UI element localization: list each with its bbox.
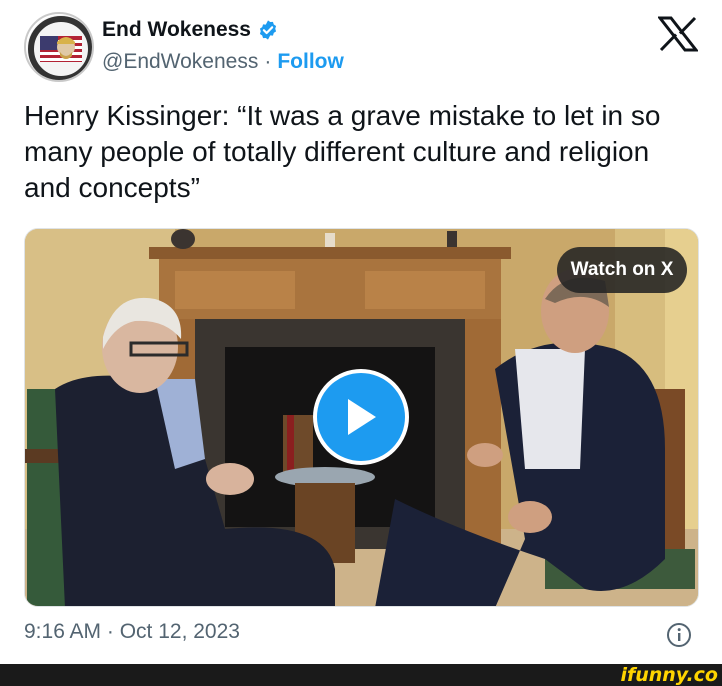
separator-dot: ·: [264, 50, 272, 73]
info-icon[interactable]: [666, 622, 692, 648]
x-logo-icon[interactable]: [658, 16, 698, 52]
author-display-name[interactable]: End Wokeness: [102, 18, 251, 42]
ifunny-watermark: ifunny.co: [620, 664, 718, 686]
video-player[interactable]: Watch on X: [24, 228, 699, 607]
play-button[interactable]: [313, 369, 409, 465]
author-handle[interactable]: @EndWokeness: [102, 50, 258, 74]
support-badge-icon: [27, 15, 92, 80]
follow-button[interactable]: Follow: [277, 50, 344, 74]
verified-badge-icon: [259, 20, 277, 40]
author-name-row: End Wokeness: [102, 18, 279, 42]
author-handle-row: @EndWokeness · Follow: [102, 50, 344, 74]
avatar[interactable]: [24, 12, 94, 82]
tweet-card: End Wokeness @EndWokeness · Follow Henry…: [0, 0, 722, 664]
tweet-timestamp[interactable]: 9:16 AM · Oct 12, 2023: [24, 620, 240, 644]
play-icon: [348, 399, 376, 435]
watch-on-x-button[interactable]: Watch on X: [557, 247, 687, 293]
tweet-text: Henry Kissinger: “It was a grave mistake…: [24, 100, 661, 203]
watermark-bar: [0, 664, 722, 686]
